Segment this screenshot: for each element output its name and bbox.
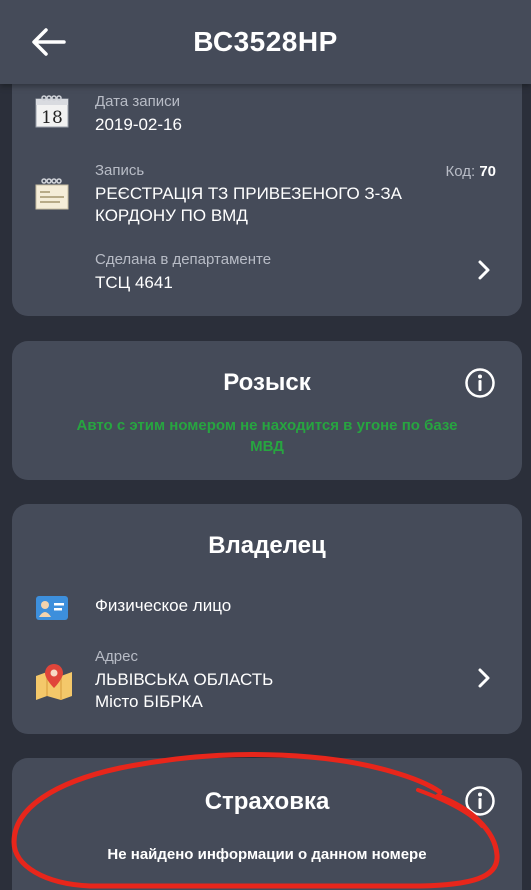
date-block: Дата записи 2019-02-16 xyxy=(95,93,472,136)
code-label: Код: xyxy=(445,163,476,180)
date-label: Дата записи xyxy=(95,93,180,110)
info-icon[interactable] xyxy=(464,367,496,399)
wanted-title: Розыск xyxy=(223,369,311,396)
wanted-status-message: Авто с этим номером не находится в угоне… xyxy=(32,415,502,457)
app-header: ВС3528НР xyxy=(0,0,531,84)
calendar-day: 18 xyxy=(41,108,63,128)
info-icon[interactable] xyxy=(464,785,496,817)
document-icon xyxy=(34,176,70,212)
wanted-message-line-2: МВД xyxy=(250,438,284,455)
code-field: Код: 70 xyxy=(445,163,496,180)
page-title: ВС3528НР xyxy=(193,26,338,57)
address-block[interactable]: Адрес ЛЬВІВСЬКА ОБЛАСТЬ Місто БІБРКА xyxy=(95,648,472,713)
date-value: 2019-02-16 xyxy=(95,115,182,134)
entry-line-2: КОРДОНУ ПО ВМД xyxy=(95,206,248,225)
back-arrow-icon[interactable] xyxy=(26,22,70,62)
id-card-icon xyxy=(34,590,70,626)
owner-card: Владелец Физическое лицо Адрес ЛЬВІВСЬКА… xyxy=(12,504,522,734)
owner-type-block: Физическое лицо xyxy=(95,595,472,617)
department-label: Сделана в департаменте xyxy=(95,251,272,268)
entry-label: Запись xyxy=(95,162,145,179)
insurance-card: Страховка Не найдено информации о данном… xyxy=(12,758,522,890)
record-card: 18 Дата записи 2019-02-16 Запись Код: 70… xyxy=(12,60,522,316)
insurance-status-message: Не найдено информации о данном номере xyxy=(107,846,427,863)
calendar-icon: 18 xyxy=(34,93,70,129)
insurance-title: Страховка xyxy=(204,788,330,815)
department-block[interactable]: Сделана в департаменте ТСЦ 4641 xyxy=(95,251,472,294)
wanted-message-line-1: Авто с этим номером не находится в угоне… xyxy=(76,417,458,434)
entry-line-1: РЕЄСТРАЦІЯ ТЗ ПРИВЕЗЕНОГО З-ЗА xyxy=(95,184,402,203)
entry-value: РЕЄСТРАЦІЯ ТЗ ПРИВЕЗЕНОГО З-ЗА КОРДОНУ П… xyxy=(95,183,502,227)
owner-title: Владелец xyxy=(208,532,326,559)
owner-type: Физическое лицо xyxy=(95,596,232,615)
map-pin-icon xyxy=(34,662,74,702)
code-value: 70 xyxy=(479,163,496,180)
wanted-card: Розыск Авто с этим номером не находится … xyxy=(12,341,522,480)
chevron-right-icon[interactable] xyxy=(474,666,494,690)
address-line-2: Місто БІБРКА xyxy=(95,692,203,711)
address-label: Адрес xyxy=(95,648,138,665)
address-line-1: ЛЬВІВСЬКА ОБЛАСТЬ xyxy=(95,670,274,689)
department-value: ТСЦ 4641 xyxy=(95,273,173,292)
entry-block: Запись xyxy=(95,162,422,179)
chevron-right-icon[interactable] xyxy=(474,258,494,282)
